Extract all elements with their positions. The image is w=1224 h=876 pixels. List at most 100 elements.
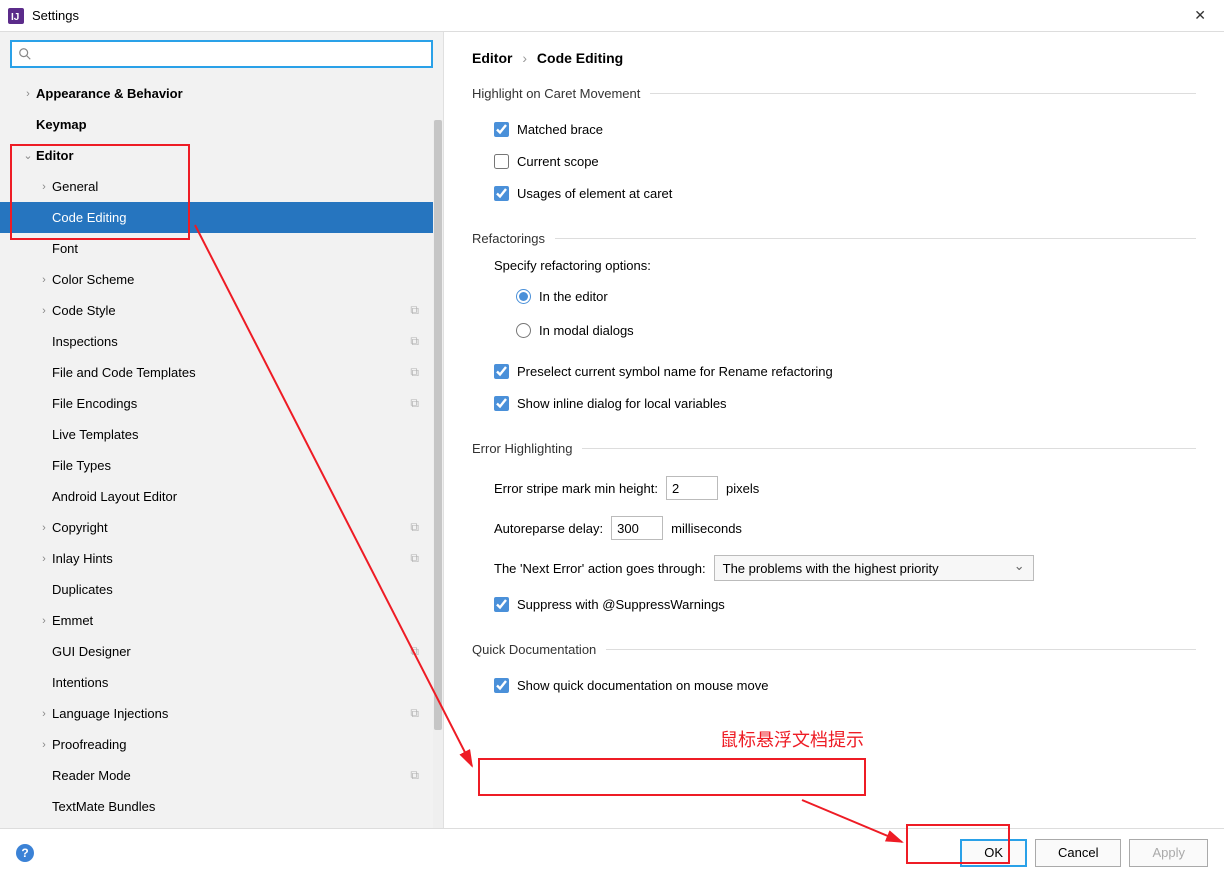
section-highlight: Highlight on Caret Movement bbox=[472, 86, 1196, 101]
section-quickdoc: Quick Documentation bbox=[472, 642, 1196, 657]
tree-item-label: Font bbox=[52, 241, 419, 256]
tree-item-live-templates[interactable]: ›Live Templates bbox=[0, 419, 443, 450]
breadcrumb-current: Code Editing bbox=[537, 50, 623, 66]
tree-item-label: Code Style bbox=[52, 303, 419, 318]
tree-item-duplicates[interactable]: ›Duplicates bbox=[0, 574, 443, 605]
tree-item-general[interactable]: ›General bbox=[0, 171, 443, 202]
chevron-icon: › bbox=[36, 305, 52, 317]
chevron-icon: › bbox=[36, 553, 52, 565]
chevron-icon: › bbox=[36, 708, 52, 720]
search-input[interactable] bbox=[36, 47, 425, 62]
svg-text:IJ: IJ bbox=[11, 12, 19, 23]
suppress-check[interactable]: Suppress with @SuppressWarnings bbox=[494, 588, 1196, 620]
tree-item-label: GUI Designer bbox=[52, 644, 419, 659]
tree-item-android-layout-editor[interactable]: ›Android Layout Editor bbox=[0, 481, 443, 512]
inline-dialog-check[interactable]: Show inline dialog for local variables bbox=[494, 387, 1196, 419]
tree-item-label: Editor bbox=[36, 148, 419, 163]
breadcrumb-sep: › bbox=[522, 50, 527, 66]
tree-item-label: File and Code Templates bbox=[52, 365, 419, 380]
chevron-icon: › bbox=[36, 522, 52, 534]
help-button[interactable]: ? bbox=[16, 844, 34, 862]
tree-item-label: Emmet bbox=[52, 613, 419, 628]
current-scope-check[interactable]: Current scope bbox=[494, 145, 1196, 177]
tree-item-gui-designer[interactable]: ›GUI Designer⧉ bbox=[0, 636, 443, 667]
next-error-select[interactable]: The problems with the highest priority bbox=[714, 555, 1034, 581]
apply-button[interactable]: Apply bbox=[1129, 839, 1208, 867]
search-icon bbox=[18, 47, 32, 61]
tree-item-label: Appearance & Behavior bbox=[36, 86, 419, 101]
tree-item-language-injections[interactable]: ›Language Injections⧉ bbox=[0, 698, 443, 729]
app-icon: IJ bbox=[8, 8, 24, 24]
titlebar: IJ Settings ✕ bbox=[0, 0, 1224, 32]
tree-item-label: Language Injections bbox=[52, 706, 419, 721]
tree-item-copyright[interactable]: ›Copyright⧉ bbox=[0, 512, 443, 543]
close-button[interactable]: ✕ bbox=[1184, 3, 1216, 28]
tree-item-emmet[interactable]: ›Emmet bbox=[0, 605, 443, 636]
breadcrumb-parent: Editor bbox=[472, 50, 512, 66]
schema-icon: ⧉ bbox=[410, 365, 419, 380]
tree-item-editor[interactable]: ⌄Editor bbox=[0, 140, 443, 171]
schema-icon: ⧉ bbox=[410, 768, 419, 783]
tree-item-label: Color Scheme bbox=[52, 272, 419, 287]
stripe-input[interactable] bbox=[666, 476, 718, 500]
tree-item-textmate-bundles[interactable]: ›TextMate Bundles bbox=[0, 791, 443, 822]
usages-check[interactable]: Usages of element at caret bbox=[494, 177, 1196, 209]
tree-item-appearance-behavior[interactable]: ›Appearance & Behavior bbox=[0, 78, 443, 109]
specify-label: Specify refactoring options: bbox=[494, 258, 1196, 273]
tree-item-label: TextMate Bundles bbox=[52, 799, 419, 814]
tree-item-file-and-code-templates[interactable]: ›File and Code Templates⧉ bbox=[0, 357, 443, 388]
delay-unit: milliseconds bbox=[671, 521, 742, 536]
ok-button[interactable]: OK bbox=[960, 839, 1027, 867]
tree-item-color-scheme[interactable]: ›Color Scheme bbox=[0, 264, 443, 295]
window-title: Settings bbox=[32, 8, 1184, 23]
tree-item-label: Copyright bbox=[52, 520, 419, 535]
tree-item-label: General bbox=[52, 179, 419, 194]
tree-item-file-types[interactable]: ›File Types bbox=[0, 450, 443, 481]
dialog-footer: ? OK Cancel Apply bbox=[0, 828, 1224, 876]
tree-item-intentions[interactable]: ›Intentions bbox=[0, 667, 443, 698]
scrollbar-thumb[interactable] bbox=[434, 120, 442, 730]
tree-item-font[interactable]: ›Font bbox=[0, 233, 443, 264]
tree-item-code-style[interactable]: ›Code Style⧉ bbox=[0, 295, 443, 326]
search-box[interactable] bbox=[10, 40, 433, 68]
tree-item-label: Inlay Hints bbox=[52, 551, 419, 566]
tree-item-code-editing[interactable]: ›Code Editing bbox=[0, 202, 443, 233]
tree-item-label: Live Templates bbox=[52, 427, 419, 442]
schema-icon: ⧉ bbox=[410, 551, 419, 566]
delay-label: Autoreparse delay: bbox=[494, 521, 603, 536]
in-modal-radio[interactable]: In modal dialogs bbox=[516, 313, 1196, 347]
stripe-label: Error stripe mark min height: bbox=[494, 481, 658, 496]
tree-item-label: File Encodings bbox=[52, 396, 419, 411]
tree-item-file-encodings[interactable]: ›File Encodings⧉ bbox=[0, 388, 443, 419]
tree-item-keymap[interactable]: ›Keymap bbox=[0, 109, 443, 140]
tree-item-label: File Types bbox=[52, 458, 419, 473]
schema-icon: ⧉ bbox=[410, 644, 419, 659]
tree-item-label: Proofreading bbox=[52, 737, 419, 752]
matched-brace-check[interactable]: Matched brace bbox=[494, 113, 1196, 145]
preselect-check[interactable]: Preselect current symbol name for Rename… bbox=[494, 355, 1196, 387]
delay-input[interactable] bbox=[611, 516, 663, 540]
cancel-button[interactable]: Cancel bbox=[1035, 839, 1121, 867]
chevron-icon: › bbox=[36, 615, 52, 627]
stripe-unit: pixels bbox=[726, 481, 759, 496]
section-refactorings: Refactorings bbox=[472, 231, 1196, 246]
quickdoc-check[interactable]: Show quick documentation on mouse move bbox=[494, 669, 1196, 701]
chevron-icon: › bbox=[36, 274, 52, 286]
chevron-icon: › bbox=[20, 88, 36, 100]
settings-content: Editor › Code Editing Highlight on Caret… bbox=[444, 32, 1224, 828]
settings-sidebar: ›Appearance & Behavior›Keymap⌄Editor›Gen… bbox=[0, 32, 444, 828]
tree-item-inlay-hints[interactable]: ›Inlay Hints⧉ bbox=[0, 543, 443, 574]
tree-item-inspections[interactable]: ›Inspections⧉ bbox=[0, 326, 443, 357]
tree-item-proofreading[interactable]: ›Proofreading bbox=[0, 729, 443, 760]
tree-item-label: Android Layout Editor bbox=[52, 489, 419, 504]
in-editor-radio[interactable]: In the editor bbox=[516, 279, 1196, 313]
tree-item-reader-mode[interactable]: ›Reader Mode⧉ bbox=[0, 760, 443, 791]
scrollbar[interactable] bbox=[433, 120, 443, 828]
schema-icon: ⧉ bbox=[410, 396, 419, 411]
tree-item-label: Intentions bbox=[52, 675, 419, 690]
tree-item-label: Reader Mode bbox=[52, 768, 419, 783]
chevron-icon: › bbox=[36, 739, 52, 751]
tree-item-label: Duplicates bbox=[52, 582, 419, 597]
tree-item-label: Code Editing bbox=[52, 210, 419, 225]
tree-item-label: Inspections bbox=[52, 334, 419, 349]
